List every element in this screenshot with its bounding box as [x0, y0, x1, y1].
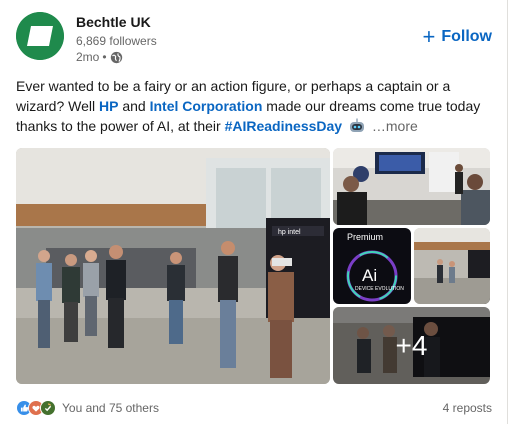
more-photos-overlay[interactable]: +4	[333, 307, 490, 384]
reactions-text: You and 75 others	[62, 401, 159, 415]
main-photo[interactable]: hp intel	[16, 148, 330, 384]
plus-icon: +	[422, 24, 436, 49]
reaction-icons	[16, 400, 56, 416]
follower-count: 6,869 followers	[76, 34, 157, 48]
company-name[interactable]: Bechtle UK	[76, 14, 151, 30]
globe-icon	[110, 51, 123, 64]
mention-intel[interactable]: Intel Corporation	[150, 98, 263, 114]
social-counts: You and 75 others 4 reposts	[16, 398, 492, 418]
see-more-link[interactable]: …more	[372, 118, 418, 134]
meta-separator: •	[102, 50, 107, 64]
post-body: Ever wanted to be a fairy or an action f…	[16, 76, 492, 136]
ai-sign-subtitle: DEVICE EVOLUTION	[355, 286, 404, 292]
reactions-summary[interactable]: You and 75 others	[16, 400, 159, 416]
hp-intel-sign: hp intel	[278, 229, 301, 236]
image-gallery: hp intel Premium Ai DEVICE EVOLUTION +4	[16, 148, 490, 384]
ai-sign: Ai	[362, 266, 377, 285]
photo-ai-display[interactable]: Premium Ai DEVICE EVOLUTION	[333, 228, 411, 304]
post-text-part: and	[118, 98, 150, 114]
mention-hp[interactable]: HP	[99, 98, 118, 114]
post-meta: 2mo •	[76, 50, 123, 64]
post-time: 2mo	[76, 50, 100, 64]
hashtag-link[interactable]: #AIReadinessDay	[225, 118, 343, 134]
post-header: Bechtle UK 6,869 followers 2mo • + Follo…	[16, 12, 492, 68]
reposts-count[interactable]: 4 reposts	[443, 401, 492, 415]
insightful-reaction-icon	[40, 400, 56, 416]
premium-sign: Premium	[347, 232, 383, 242]
company-logo[interactable]	[16, 12, 64, 60]
follow-button[interactable]: + Follow	[422, 24, 492, 49]
robot-emoji-icon	[348, 118, 366, 134]
follow-label: Follow	[441, 28, 492, 45]
photo-presentation[interactable]	[333, 148, 490, 225]
post-card: Bechtle UK 6,869 followers 2mo • + Follo…	[0, 0, 508, 424]
photo-exhibition[interactable]	[414, 228, 490, 304]
